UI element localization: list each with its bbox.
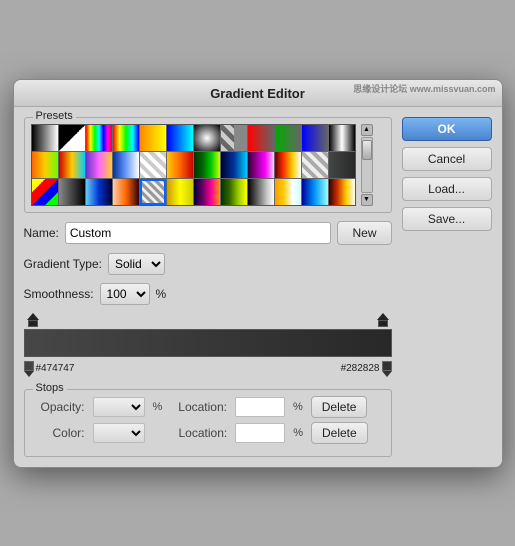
preset-cell[interactable] — [302, 179, 328, 205]
preset-cell[interactable] — [221, 152, 247, 178]
preset-cell[interactable] — [140, 179, 166, 205]
color-input[interactable] — [93, 423, 145, 443]
presets-inner: ▲ ▼ — [31, 124, 385, 206]
presets-group: Presets — [24, 117, 392, 213]
scroll-thumb — [362, 140, 372, 160]
preset-cell[interactable] — [140, 152, 166, 178]
color-location-unit: % — [293, 427, 303, 439]
opacity-input[interactable] — [93, 397, 145, 417]
opacity-unit: % — [153, 401, 163, 413]
right-color-hex: #282828 — [341, 363, 380, 374]
name-input[interactable] — [65, 222, 332, 244]
opacity-label: Opacity: — [35, 400, 85, 414]
smoothness-unit: % — [156, 287, 167, 301]
preset-cell[interactable] — [32, 152, 58, 178]
preset-cell[interactable] — [275, 125, 301, 151]
preset-cell[interactable] — [86, 125, 112, 151]
preset-cell[interactable] — [113, 179, 139, 205]
top-stop-left[interactable] — [26, 313, 40, 327]
preset-cell[interactable] — [59, 125, 85, 151]
preset-cell[interactable] — [302, 125, 328, 151]
preset-cell[interactable] — [113, 152, 139, 178]
preset-cell[interactable] — [194, 179, 220, 205]
scroll-down-arrow[interactable]: ▼ — [361, 194, 373, 206]
preset-cell[interactable] — [248, 179, 274, 205]
new-button[interactable]: New — [337, 221, 391, 245]
preset-cell[interactable] — [167, 125, 193, 151]
preset-cell[interactable] — [221, 125, 247, 151]
gradient-editor-dialog: Gradient Editor 思缘设计论坛 www.missvuan.com … — [13, 79, 503, 468]
cancel-button[interactable]: Cancel — [402, 147, 492, 171]
presets-grid — [31, 124, 356, 206]
watermark: 思缘设计论坛 www.missvuan.com — [353, 82, 495, 95]
scroll-up-arrow[interactable]: ▲ — [361, 124, 373, 136]
color-location-label: Location: — [179, 426, 228, 440]
stops-group-label: Stops — [33, 382, 67, 394]
gradient-type-label: Gradient Type: — [24, 257, 103, 271]
gradient-bar[interactable] — [24, 329, 392, 357]
dialog-title: Gradient Editor — [210, 86, 305, 101]
preset-cell[interactable] — [59, 179, 85, 205]
name-label: Name: — [24, 226, 59, 240]
delete-color-button[interactable]: Delete — [311, 422, 368, 444]
top-stop-right[interactable] — [376, 313, 390, 327]
presets-scrollbar: ▲ ▼ — [360, 124, 374, 206]
preset-cell[interactable] — [329, 179, 355, 205]
left-panel: Presets — [24, 117, 392, 457]
left-color-stop[interactable]: #474747 — [24, 361, 75, 377]
preset-cell[interactable] — [167, 152, 193, 178]
name-row: Name: New — [24, 221, 392, 245]
ok-button[interactable]: OK — [402, 117, 492, 141]
preset-cell[interactable] — [329, 152, 355, 178]
color-label: Color: — [35, 426, 85, 440]
top-stops-row — [24, 313, 392, 327]
preset-cell[interactable] — [275, 152, 301, 178]
presets-label: Presets — [33, 110, 76, 122]
opacity-location-label: Location: — [178, 400, 227, 414]
smoothness-select[interactable]: 100 — [100, 283, 150, 305]
opacity-location-input[interactable] — [235, 397, 285, 417]
preset-cell[interactable] — [329, 125, 355, 151]
load-button[interactable]: Load... — [402, 177, 492, 201]
preset-cell[interactable] — [248, 152, 274, 178]
smoothness-row: Smoothness: 100 % — [24, 283, 392, 305]
title-bar: Gradient Editor 思缘设计论坛 www.missvuan.com — [14, 80, 502, 107]
preset-cell[interactable] — [32, 179, 58, 205]
opacity-location-unit: % — [293, 401, 303, 413]
delete-opacity-button[interactable]: Delete — [311, 396, 368, 418]
preset-cell[interactable] — [140, 125, 166, 151]
preset-cell[interactable] — [86, 152, 112, 178]
bottom-stops-row: #474747 #282828 — [24, 359, 392, 377]
preset-cell[interactable] — [221, 179, 247, 205]
save-button[interactable]: Save... — [402, 207, 492, 231]
preset-cell[interactable] — [302, 152, 328, 178]
preset-cell[interactable] — [113, 125, 139, 151]
preset-cell[interactable] — [275, 179, 301, 205]
gradient-type-select[interactable]: Solid Noise — [108, 253, 165, 275]
gradient-type-row: Gradient Type: Solid Noise — [24, 253, 392, 275]
opacity-row: Opacity: % Location: % Delete — [35, 396, 381, 418]
right-color-stop[interactable]: #282828 — [341, 361, 392, 377]
left-color-hex: #474747 — [36, 363, 75, 374]
preset-cell[interactable] — [194, 125, 220, 151]
color-location-input[interactable] — [235, 423, 285, 443]
preset-cell[interactable] — [59, 152, 85, 178]
preset-cell[interactable] — [194, 152, 220, 178]
gradient-area: #474747 #282828 — [24, 313, 392, 377]
scroll-track[interactable] — [361, 137, 373, 193]
preset-cell[interactable] — [167, 179, 193, 205]
smoothness-label: Smoothness: — [24, 287, 94, 301]
stops-group: Stops Opacity: % Location: % Delete Colo… — [24, 389, 392, 457]
color-row: Color: Location: % Delete — [35, 422, 381, 444]
preset-cell[interactable] — [32, 125, 58, 151]
preset-cell[interactable] — [248, 125, 274, 151]
right-panel: OK Cancel Load... Save... — [402, 117, 492, 457]
preset-cell[interactable] — [86, 179, 112, 205]
